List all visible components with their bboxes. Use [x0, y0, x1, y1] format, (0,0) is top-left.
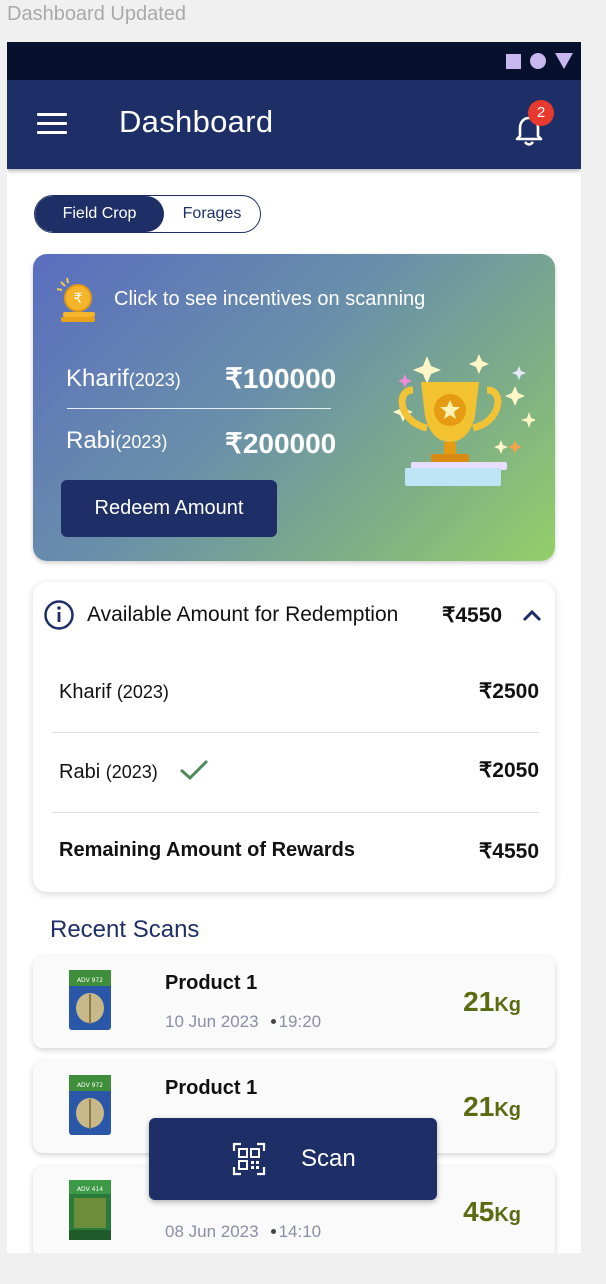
available-amount-title: Available Amount for Redemption — [87, 603, 399, 626]
product-name: Product 1 — [165, 1077, 258, 1099]
remaining-amount: ₹4550 — [478, 840, 539, 863]
square-icon — [506, 53, 521, 69]
available-amount-card: Available Amount for Redemption ₹4550 Kh… — [33, 582, 555, 892]
scan-timestamp: 10 Jun 2023 19:20 — [165, 1012, 322, 1031]
circle-icon — [530, 53, 546, 69]
product-quantity: 45Kg — [463, 1196, 521, 1227]
chevron-up-icon[interactable] — [521, 605, 543, 625]
kharif-amount: ₹100000 — [225, 363, 337, 394]
row-label: Rabi (2023) — [59, 761, 158, 783]
triangle-icon — [555, 53, 573, 69]
product-package-image: ADV 972 — [69, 1075, 111, 1135]
frame-label: Dashboard Updated — [7, 3, 187, 25]
promo-divider — [67, 408, 331, 409]
product-name: Product 1 — [165, 972, 258, 994]
incentive-card[interactable]: ₹ Click to see incentives on scanning Kh… — [33, 254, 555, 561]
row-label: Kharif (2023) — [59, 681, 169, 703]
scan-button-label: Scan — [301, 1145, 356, 1172]
package-label: ADV 972 — [77, 977, 103, 984]
crop-toggle: Field Crop Forages — [34, 195, 261, 233]
recent-scans-title: Recent Scans — [50, 916, 200, 943]
phone-screen: Dashboard 2 Field Crop Forages ₹ Click t… — [7, 42, 581, 1253]
rabi-available-row: Rabi (2023) ₹2050 — [51, 733, 539, 813]
redeem-amount-button[interactable]: Redeem Amount — [61, 480, 277, 537]
hamburger-icon[interactable] — [37, 113, 67, 135]
remaining-label: Remaining Amount of Rewards — [59, 839, 355, 861]
available-amount-total: ₹4550 — [442, 604, 503, 627]
svg-text:₹: ₹ — [74, 291, 83, 307]
package-label: ADV 414 — [77, 1186, 103, 1193]
status-icons — [506, 53, 573, 69]
product-quantity: 21Kg — [463, 986, 521, 1017]
trophy-icon — [393, 354, 535, 486]
app-bar: Dashboard 2 — [7, 80, 581, 169]
scan-button[interactable]: Scan — [149, 1118, 437, 1200]
kharif-label: Kharif(2023) — [66, 365, 181, 392]
incentives-link[interactable]: Click to see incentives on scanning — [114, 288, 425, 311]
status-bar — [7, 42, 581, 80]
product-package-image: ADV 414 — [69, 1180, 111, 1240]
remaining-rewards-row: Remaining Amount of Rewards ₹4550 — [51, 813, 539, 893]
recent-scan-item[interactable]: ADV 972 Product 1 10 Jun 2023 19:20 21Kg — [33, 956, 555, 1048]
scan-timestamp: 08 Jun 2023 14:10 — [165, 1222, 322, 1241]
toggle-forages[interactable]: Forages — [164, 196, 260, 232]
rabi-label: Rabi(2023) — [66, 427, 168, 454]
product-package-image: ADV 972 — [69, 970, 111, 1030]
toggle-field-crop[interactable]: Field Crop — [35, 196, 164, 232]
rabi-amount: ₹200000 — [225, 428, 337, 459]
available-amount-header[interactable]: Available Amount for Redemption ₹4550 — [33, 582, 555, 650]
check-icon — [180, 759, 209, 781]
row-amount: ₹2050 — [478, 759, 539, 782]
product-quantity: 21Kg — [463, 1091, 521, 1122]
package-label: ADV 972 — [77, 1082, 103, 1089]
qr-scan-icon — [232, 1142, 266, 1176]
kharif-available-row: Kharif (2023) ₹2500 — [51, 652, 539, 732]
row-amount: ₹2500 — [478, 680, 539, 703]
coin-stack-icon: ₹ — [56, 277, 95, 322]
notification-badge: 2 — [528, 100, 554, 126]
page-title: Dashboard — [119, 104, 274, 139]
info-icon — [44, 600, 74, 630]
